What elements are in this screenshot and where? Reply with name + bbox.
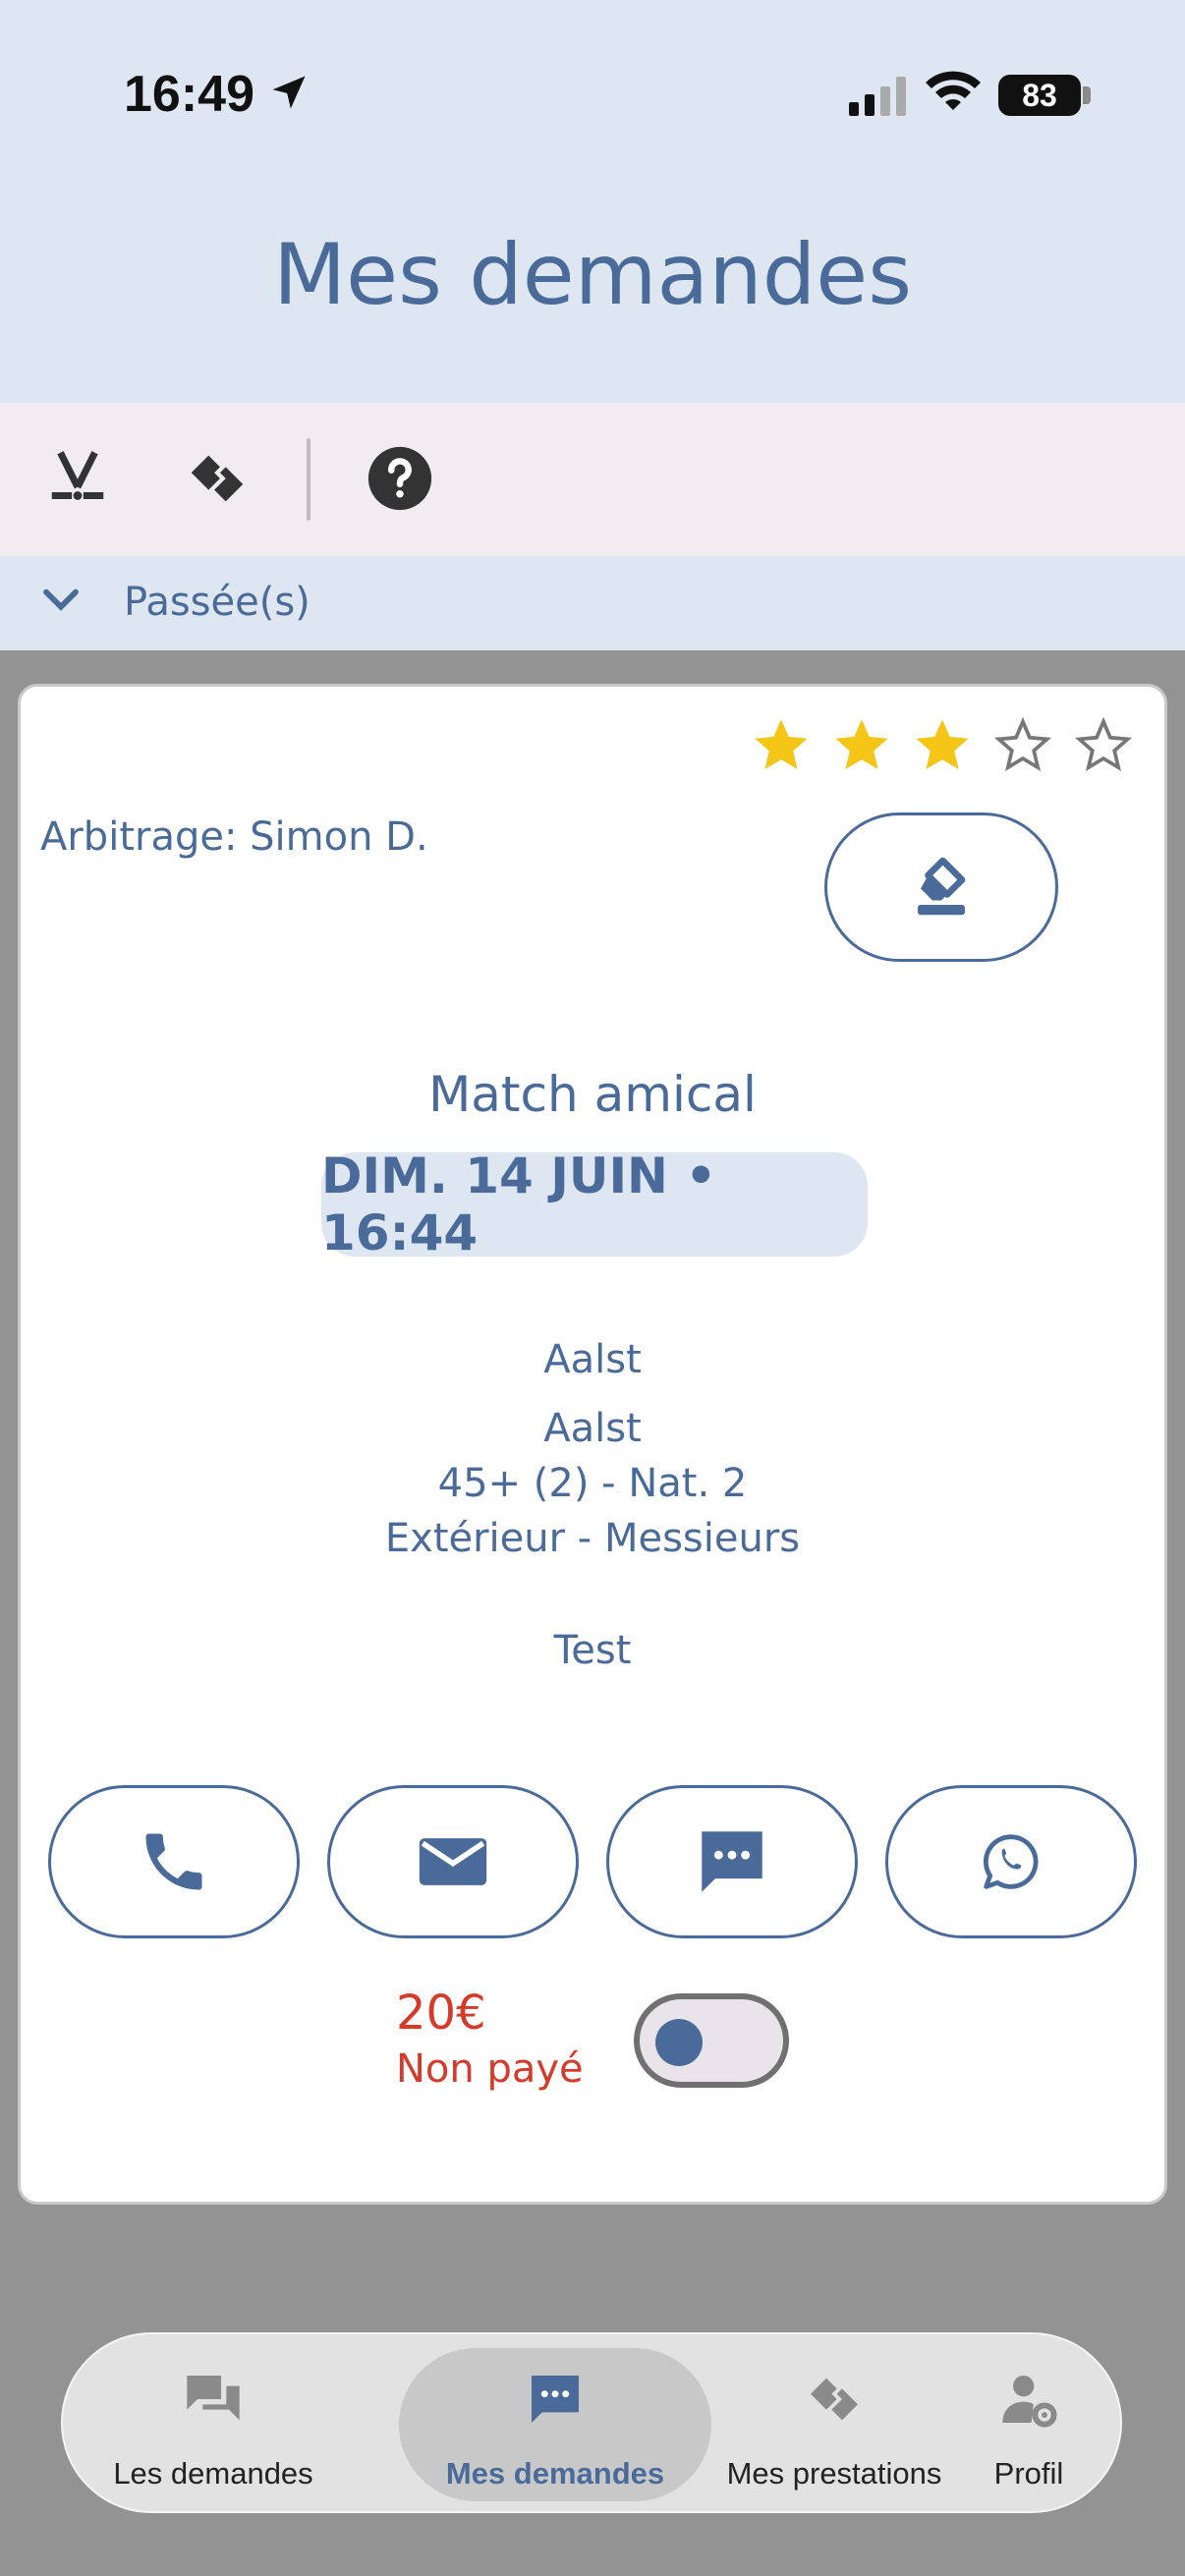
tab-profil[interactable]: Profil: [957, 2334, 1100, 2515]
battery-cap: [1083, 86, 1091, 104]
phone-icon: [145, 1833, 202, 1890]
match-type: Match amical: [428, 1066, 757, 1123]
payment-status-label: Non payé: [396, 2046, 584, 2092]
star-filled-icon[interactable]: [911, 714, 974, 777]
date-badge: DIM. 14 JUIN • 16:44: [321, 1148, 868, 1261]
star-empty-icon[interactable]: [1072, 714, 1135, 777]
toolbar: [0, 403, 1185, 556]
hockey-sticks-icon[interactable]: [43, 444, 112, 513]
location-primary: Aalst: [543, 1337, 642, 1382]
sms-icon: [702, 1831, 762, 1892]
battery-indicator: 83: [998, 75, 1081, 116]
tab-label: Profil: [993, 2456, 1064, 2491]
signal-icon: [849, 77, 906, 116]
edit-button[interactable]: [824, 812, 1058, 962]
price-label: 20€: [396, 1986, 486, 2041]
sms-button[interactable]: [606, 1785, 858, 1938]
star-empty-icon[interactable]: [991, 714, 1054, 777]
page-title: Mes demandes: [272, 226, 913, 324]
user-gear-icon: [1002, 2376, 1057, 2428]
email-button[interactable]: [327, 1785, 579, 1938]
battery-level: 83: [1022, 77, 1057, 113]
category-label: 45+ (2) - Nat. 2: [437, 1461, 748, 1506]
side-label: Extérieur - Messieurs: [384, 1516, 801, 1561]
call-button[interactable]: [48, 1785, 300, 1938]
toggle-knob: [655, 2019, 703, 2066]
toolbar-divider: [307, 438, 310, 521]
help-icon[interactable]: [366, 444, 434, 513]
status-time: 16:49: [124, 66, 254, 123]
section-label: Passée(s): [124, 580, 310, 625]
star-filled-icon[interactable]: [830, 714, 893, 777]
tab-les-demandes[interactable]: Les demandes: [102, 2334, 324, 2515]
rating-stars[interactable]: [750, 714, 1135, 777]
handshake-icon[interactable]: [183, 444, 252, 513]
section-past-header[interactable]: Passée(s): [0, 556, 1185, 650]
whatsapp-icon: [983, 1834, 1039, 1889]
note-label: Test: [553, 1628, 632, 1673]
star-filled-icon[interactable]: [750, 714, 813, 777]
mail-icon: [419, 1838, 487, 1885]
tab-label: Les demandes: [113, 2456, 313, 2491]
request-card: Arbitrage: Simon D. Match amical DIM. 14…: [18, 684, 1167, 2205]
handshake-icon: [811, 2378, 858, 2421]
location-arrow-icon: [272, 76, 306, 109]
message-icon: [532, 2376, 579, 2423]
chat-icon: [187, 2376, 240, 2421]
wifi-icon: [926, 71, 981, 110]
eraser-icon: [918, 857, 966, 916]
location-secondary: Aalst: [543, 1406, 642, 1451]
chevron-down-icon: [43, 588, 79, 611]
bottom-tab-bar: Les demandes Mes demandes Mes prestation…: [61, 2332, 1122, 2513]
header: 16:49 83 Mes demandes: [0, 0, 1185, 403]
referee-label: Arbitrage: Simon D.: [40, 814, 428, 860]
paid-toggle[interactable]: [634, 1993, 789, 2088]
whatsapp-button[interactable]: [885, 1785, 1137, 1938]
